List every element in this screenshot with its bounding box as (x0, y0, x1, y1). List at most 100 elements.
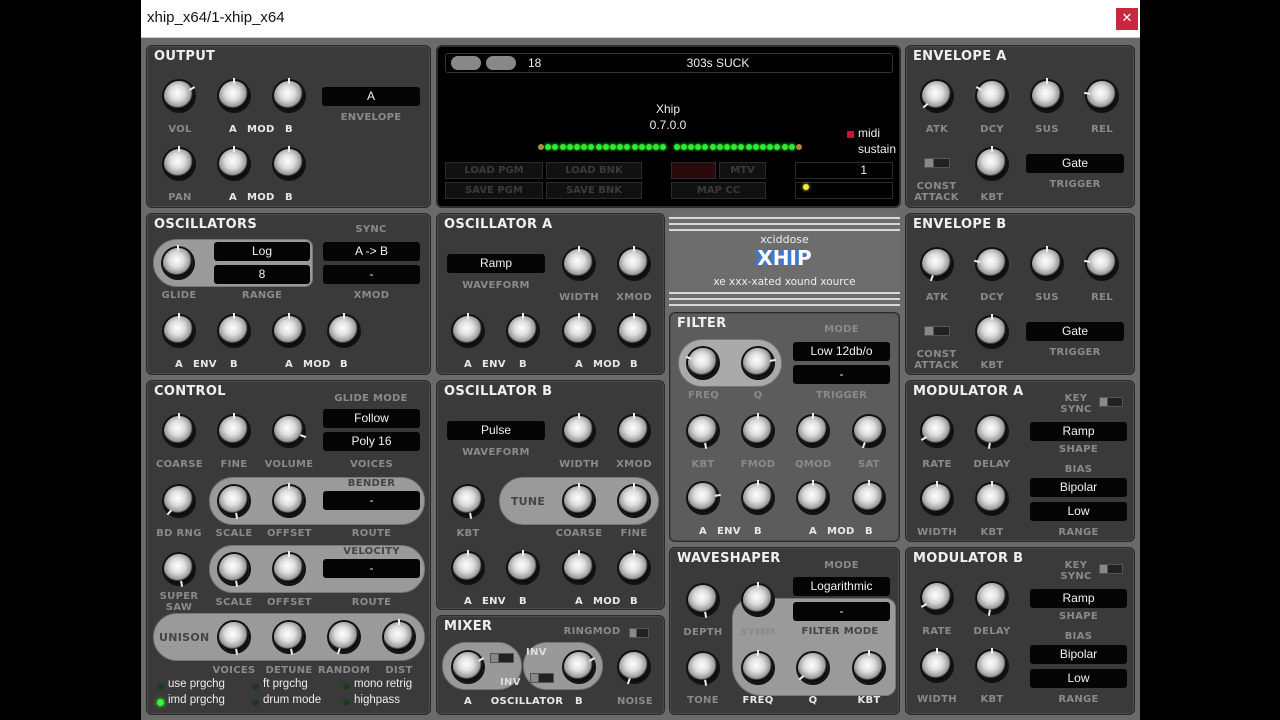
pan-knob[interactable] (164, 149, 194, 179)
symm-knob[interactable] (743, 585, 773, 615)
filter-mod-a-knob[interactable] (798, 483, 828, 513)
kbt-knob[interactable] (977, 317, 1007, 347)
atk-knob[interactable] (922, 81, 952, 111)
filter-env-a-knob[interactable] (688, 483, 718, 513)
osc-a-xmod-knob[interactable] (619, 249, 649, 279)
unison-detune-knob[interactable] (274, 622, 304, 652)
bd-rng-knob[interactable] (164, 486, 194, 516)
preset-name[interactable]: 303s SUCK (588, 56, 848, 70)
option-checkbox[interactable] (157, 683, 164, 690)
map-cc-button[interactable]: MAP CC (671, 182, 766, 199)
osc-b-fine-knob[interactable] (619, 486, 649, 516)
mod-a-delay-knob[interactable] (977, 416, 1007, 446)
option-checkbox[interactable] (252, 683, 259, 690)
mod-b-kbt-knob[interactable] (977, 651, 1007, 681)
env-a-knob[interactable] (164, 316, 194, 346)
kbt-knob[interactable] (977, 149, 1007, 179)
rel-knob[interactable] (1087, 249, 1117, 279)
filter-kbt-knob[interactable] (688, 416, 718, 446)
bender-scale-knob[interactable] (219, 486, 249, 516)
osc-a-mod-b-knob[interactable] (619, 316, 649, 346)
filter-qmod-knob[interactable] (798, 416, 828, 446)
vol-knob[interactable] (164, 81, 194, 111)
depth-knob[interactable] (688, 585, 718, 615)
inv-b-switch[interactable] (530, 673, 554, 683)
option-checkbox[interactable] (252, 699, 259, 706)
osc-b-kbt-knob[interactable] (453, 486, 483, 516)
trigger-select[interactable]: Gate (1026, 154, 1124, 173)
mod-b-bias-select[interactable]: Bipolar (1030, 645, 1127, 664)
option-label[interactable]: ft prgchg (263, 678, 308, 690)
osc-a-level-knob[interactable] (453, 652, 483, 682)
mod-b-knob[interactable] (274, 81, 304, 111)
osc-a-width-knob[interactable] (564, 249, 594, 279)
osc-b-coarse-knob[interactable] (564, 486, 594, 516)
mod-b-delay-knob[interactable] (977, 583, 1007, 613)
noise-knob[interactable] (619, 652, 649, 682)
mod-b-width-knob[interactable] (922, 651, 952, 681)
filter-fmod-knob[interactable] (743, 416, 773, 446)
velocity-offset-knob[interactable] (274, 554, 304, 584)
osc-b-env-a-knob[interactable] (453, 553, 483, 583)
env-b-knob[interactable] (219, 316, 249, 346)
mod-a-width-knob[interactable] (922, 484, 952, 514)
rel-knob[interactable] (1087, 81, 1117, 111)
option-checkbox[interactable] (343, 683, 350, 690)
osc-b-env-b-knob[interactable] (508, 553, 538, 583)
load-bnk-button[interactable]: LOAD BNK (546, 162, 642, 179)
option-checkbox[interactable] (157, 699, 164, 706)
mod-a-key-sync-switch[interactable] (1099, 397, 1123, 407)
glide-mode-select[interactable]: Follow (323, 409, 420, 428)
fine-knob[interactable] (219, 416, 249, 446)
osc-b-level-knob[interactable] (564, 652, 594, 682)
tone-knob[interactable] (688, 653, 718, 683)
range-select[interactable]: 8 (214, 265, 310, 284)
mod-a-bias-select[interactable]: Bipolar (1030, 478, 1127, 497)
osc-b-mod-a-knob[interactable] (564, 553, 594, 583)
option-label[interactable]: imd prgchg (168, 694, 225, 706)
coarse-knob[interactable] (164, 416, 194, 446)
filter-trigger-select[interactable]: - (793, 365, 890, 384)
filter-freq-knob[interactable] (688, 348, 718, 378)
shaper-q-knob[interactable] (798, 653, 828, 683)
prev-preset-button[interactable] (451, 56, 481, 70)
option-label[interactable]: use prgchg (168, 678, 225, 690)
atk-knob[interactable] (922, 249, 952, 279)
const-attack-switch[interactable] (924, 158, 950, 168)
sus-knob[interactable] (1032, 81, 1062, 111)
osc-b-width-knob[interactable] (564, 416, 594, 446)
mod-a-shape-select[interactable]: Ramp (1030, 422, 1127, 441)
next-preset-button[interactable] (486, 56, 516, 70)
sus-knob[interactable] (1032, 249, 1062, 279)
osc-b-mod-b-knob[interactable] (619, 553, 649, 583)
mtv-button[interactable]: MTV (719, 162, 766, 179)
dcy-knob[interactable] (977, 81, 1007, 111)
mod-a-knob[interactable] (274, 316, 304, 346)
xmod-select[interactable]: - (323, 265, 420, 284)
osc-a-env-b-knob[interactable] (508, 316, 538, 346)
bender-route-select[interactable]: - (323, 491, 420, 510)
dcy-knob[interactable] (977, 249, 1007, 279)
mod-b-range-select[interactable]: Low (1030, 669, 1127, 688)
mod-a-range-select[interactable]: Low (1030, 502, 1127, 521)
super-saw-knob[interactable] (164, 554, 194, 584)
inv-a-switch[interactable] (490, 653, 514, 663)
waveshaper-mode-select[interactable]: Logarithmic (793, 577, 890, 596)
glide-mode-select[interactable]: Log (214, 242, 310, 261)
load-pgm-button[interactable]: LOAD PGM (445, 162, 543, 179)
mod-b-key-sync-switch[interactable] (1099, 564, 1123, 574)
const-attack-switch[interactable] (924, 326, 950, 336)
option-label[interactable]: mono retrig (354, 678, 412, 690)
trigger-select[interactable]: Gate (1026, 322, 1124, 341)
osc-b-xmod-knob[interactable] (619, 416, 649, 446)
osc-a-mod-a-knob[interactable] (564, 316, 594, 346)
osc-b-waveform-select[interactable]: Pulse (447, 421, 545, 440)
mod-a-kbt-knob[interactable] (977, 484, 1007, 514)
unison-dist-knob[interactable] (384, 622, 414, 652)
filter-mod-b-knob[interactable] (854, 483, 884, 513)
save-pgm-button[interactable]: SAVE PGM (445, 182, 543, 199)
mod-b-rate-knob[interactable] (922, 583, 952, 613)
mod-a-rate-knob[interactable] (922, 416, 952, 446)
filter-mode-select[interactable]: Low 12db/o (793, 342, 890, 361)
bender-offset-knob[interactable] (274, 486, 304, 516)
